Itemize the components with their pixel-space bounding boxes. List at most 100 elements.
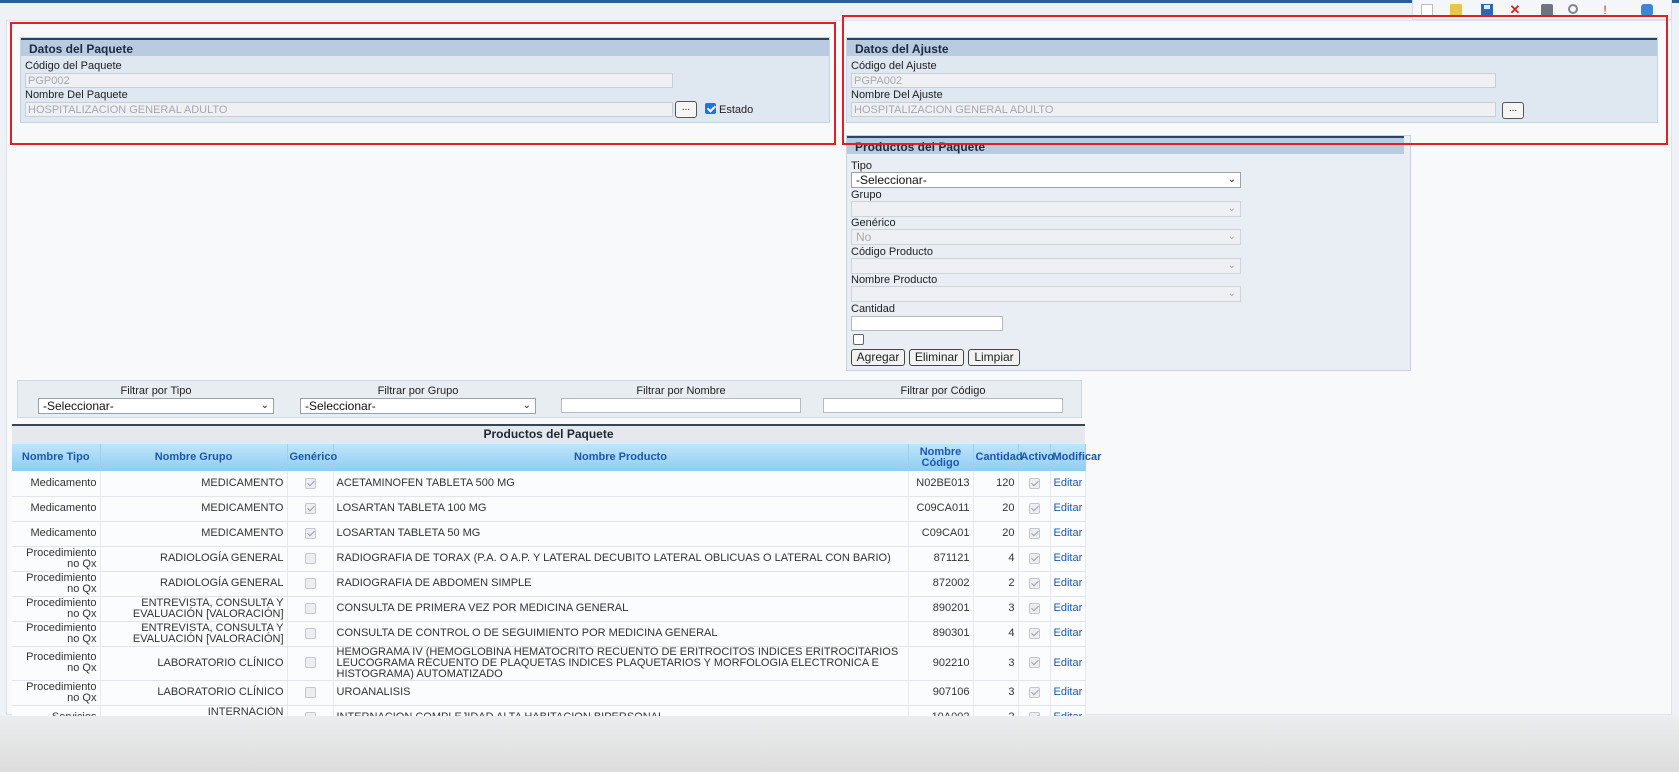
tipo-label: Tipo [851,160,872,172]
table-row: Procedimiento no Qx ENTREVISTA, CONSULTA … [12,596,1086,622]
cell-producto: CONSULTA DE CONTROL O DE SEGUIMIENTO POR… [333,621,909,647]
generico-checkbox [304,627,316,639]
header-nombre-grupo[interactable]: Nombre Grupo [100,444,288,471]
header-cantidad[interactable]: Cantidad [973,444,1023,471]
header-modificar[interactable]: Modificar [1050,444,1101,471]
editar-link[interactable]: Editar [1054,627,1083,639]
editar-link[interactable]: Editar [1054,602,1083,614]
codigo-producto-select[interactable]: ⌄ [851,258,1241,274]
header-nombre-producto[interactable]: Nombre Producto [333,444,909,471]
cell-generico [287,521,334,547]
editar-link[interactable]: Editar [1054,527,1083,539]
producto-checkbox[interactable] [853,334,864,345]
generico-checkbox [304,527,316,539]
productos-form-section: Productos del Paquete Tipo -Seleccionar-… [846,135,1411,371]
search-icon[interactable] [1568,4,1578,14]
agregar-button[interactable]: Agregar [851,349,905,366]
cell-modificar: Editar [1050,646,1086,681]
cell-grupo: RADIOLOGÍA GENERAL [100,546,288,572]
editar-link[interactable]: Editar [1054,577,1083,589]
cell-cantidad: 3 [973,680,1019,706]
cell-producto: LOSARTAN TABLETA 100 MG [333,496,909,522]
cell-codigo: N02BE013 [908,471,974,497]
limpiar-button[interactable]: Limpiar [968,349,1020,366]
cell-grupo: MEDICAMENTO [100,471,288,497]
cell-generico [287,471,334,497]
header-codigo[interactable]: Nombre Código [908,444,974,471]
generico-select[interactable]: No ⌄ [851,229,1241,245]
cantidad-input[interactable] [851,316,1003,331]
editar-link[interactable]: Editar [1054,657,1083,669]
cantidad-label: Cantidad [851,303,896,315]
activo-checkbox [1028,602,1040,614]
cell-generico [287,571,334,597]
cell-activo [1018,521,1051,547]
cell-activo [1018,621,1051,647]
activo-checkbox [1028,686,1040,698]
activo-checkbox [1028,527,1040,539]
cell-generico [287,621,334,647]
cell-codigo: 890301 [908,621,974,647]
cell-grupo: LABORATORIO CLÍNICO [100,680,288,706]
cell-modificar: Editar [1050,680,1086,706]
grupo-select[interactable]: ⌄ [851,201,1241,217]
cell-producto: RADIOGRAFIA DE ABDOMEN SIMPLE [333,571,909,597]
cell-grupo: ENTREVISTA, CONSULTA Y EVALUACIÓN [VALOR… [100,621,288,647]
tipo-select[interactable]: -Seleccionar- ⌄ [851,172,1241,188]
activo-checkbox [1028,502,1040,514]
activo-checkbox [1028,577,1040,589]
cell-codigo: 902210 [908,646,974,681]
cell-codigo: 907106 [908,680,974,706]
cell-cantidad: 20 [973,521,1019,547]
generico-label: Genérico [851,217,896,229]
editar-link[interactable]: Editar [1054,686,1083,698]
cell-tipo: Procedimiento no Qx [12,680,101,706]
table-row: Medicamento MEDICAMENTO LOSARTAN TABLETA 1… [12,496,1086,522]
cell-producto: UROANALISIS [333,680,909,706]
chevron-down-icon: ⌄ [522,400,531,411]
chevron-down-icon: ⌄ [1227,174,1236,185]
eliminar-button[interactable]: Eliminar [909,349,964,366]
cell-generico [287,596,334,622]
cell-cantidad: 4 [973,546,1019,572]
filtro-nombre-label: Filtrar por Nombre [636,385,726,397]
table-row: Procedimiento no Qx LABORATORIO CLÍNICO UR… [12,680,1086,706]
cell-codigo: C09CA011 [908,496,974,522]
header-activo[interactable]: Activo [1018,444,1054,471]
chevron-down-icon: ⌄ [1227,203,1236,214]
filters-bar: Filtrar por Tipo -Seleccionar- ⌄ Filtrar … [17,380,1082,418]
cell-activo [1018,646,1051,681]
editar-link[interactable]: Editar [1054,477,1083,489]
cell-tipo: Medicamento [12,521,101,547]
highlight-box-paquete [10,22,836,145]
filtro-grupo-label: Filtrar por Grupo [377,385,459,397]
activo-checkbox [1028,552,1040,564]
cell-tipo: Medicamento [12,496,101,522]
activo-checkbox [1028,477,1040,489]
cell-grupo: RADIOLOGÍA GENERAL [100,571,288,597]
filtro-grupo-select[interactable]: -Seleccionar- ⌄ [300,398,536,414]
editar-link[interactable]: Editar [1054,552,1083,564]
filtro-codigo-input[interactable] [823,398,1063,413]
editar-link[interactable]: Editar [1054,502,1083,514]
filtro-codigo-label: Filtrar por Código [900,385,986,397]
generico-checkbox [304,686,316,698]
cell-producto: RADIOGRAFIA DE TORAX (P.A. O A.P. Y LATE… [333,546,909,572]
cell-cantidad: 3 [973,646,1019,681]
cell-tipo: Procedimiento no Qx [12,571,101,597]
filtro-tipo-select[interactable]: -Seleccionar- ⌄ [38,398,274,414]
nombre-producto-select[interactable]: ⌄ [851,286,1241,302]
header-generico[interactable]: Genérico [287,444,337,471]
cell-grupo: MEDICAMENTO [100,521,288,547]
header-codigo-line2: Código [921,456,960,469]
cell-modificar: Editar [1050,521,1086,547]
cell-tipo: Procedimiento no Qx [12,646,101,681]
cell-cantidad: 120 [973,471,1019,497]
header-nombre-tipo[interactable]: Nombre Tipo [12,444,101,471]
cell-activo [1018,680,1051,706]
table-row: Procedimiento no Qx ENTREVISTA, CONSULTA … [12,621,1086,647]
filtro-nombre-input[interactable] [561,398,801,413]
generico-checkbox [304,552,316,564]
table-row: Procedimiento no Qx LABORATORIO CLÍNICO HE… [12,646,1086,681]
nombre-producto-label: Nombre Producto [851,274,938,286]
